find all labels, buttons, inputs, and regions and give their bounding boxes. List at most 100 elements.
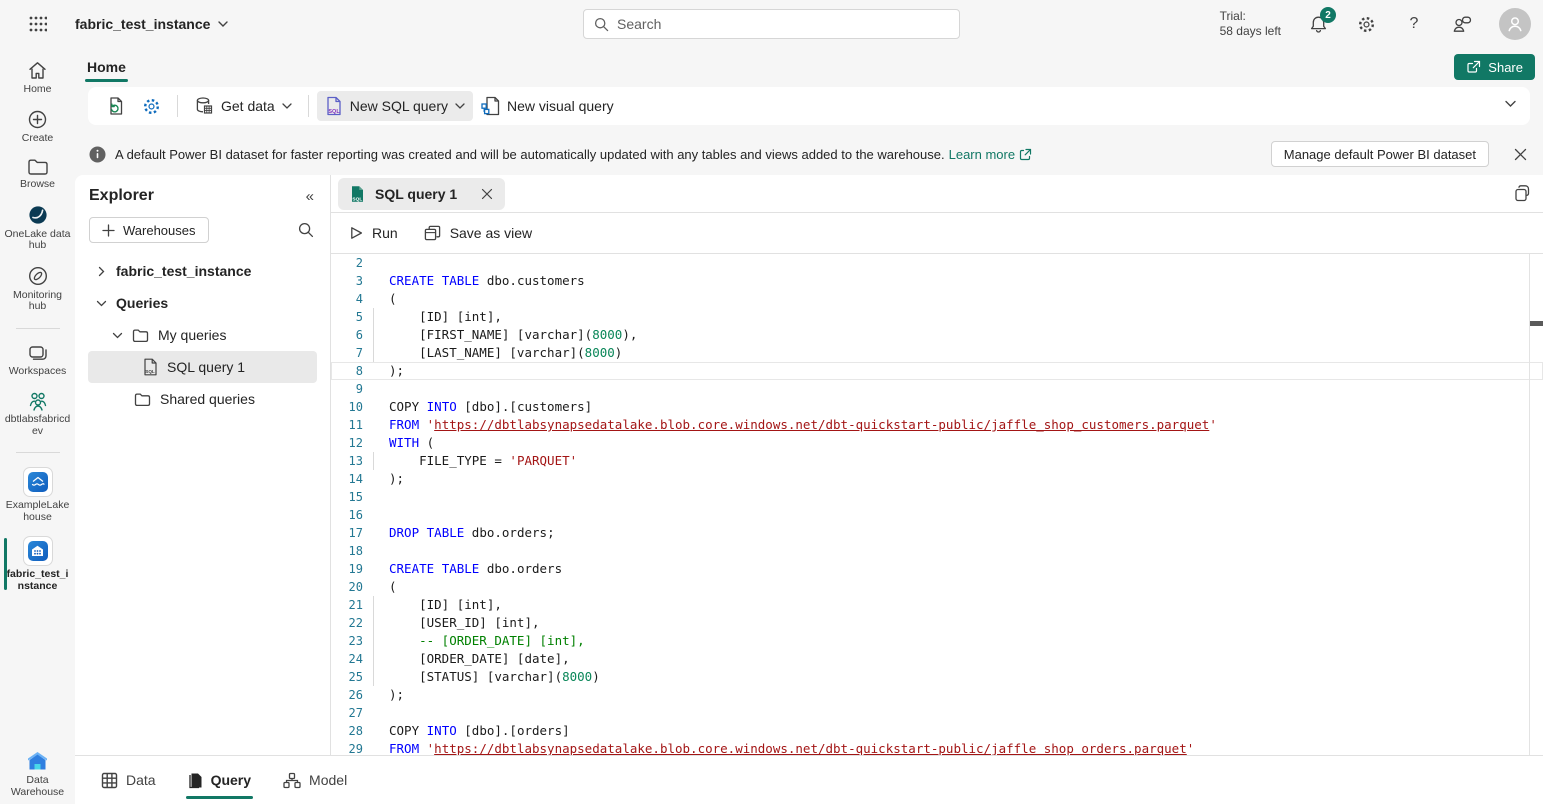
new-sql-query-button[interactable]: SQL New SQL query: [317, 91, 473, 121]
code-line[interactable]: 22 [USER_ID] [int],: [331, 614, 1543, 632]
line-text[interactable]: [FIRST_NAME] [varchar](8000),: [389, 327, 637, 342]
notifications-button[interactable]: 2: [1307, 13, 1329, 35]
save-as-view-button[interactable]: Save as view: [424, 225, 532, 241]
view-tab-model[interactable]: Model: [281, 756, 349, 804]
nav-home[interactable]: Home: [3, 60, 73, 96]
help-button[interactable]: ?: [1403, 13, 1425, 35]
line-text[interactable]: );: [389, 687, 404, 702]
refresh-report-button[interactable]: [98, 91, 134, 121]
code-line[interactable]: 26);: [331, 686, 1543, 704]
code-line[interactable]: 14);: [331, 470, 1543, 488]
query-tab-sql-query-1[interactable]: SQL SQL query 1: [338, 178, 505, 210]
code-line[interactable]: 12WITH (: [331, 434, 1543, 452]
line-text[interactable]: [ORDER_DATE] [date],: [389, 651, 570, 666]
code-line[interactable]: 20(: [331, 578, 1543, 596]
code-line[interactable]: 17DROP TABLE dbo.orders;: [331, 524, 1543, 542]
global-search[interactable]: [583, 9, 960, 39]
line-text[interactable]: CREATE TABLE dbo.customers: [389, 273, 585, 288]
tree-item-queries[interactable]: Queries: [88, 287, 317, 319]
code-line[interactable]: 18: [331, 542, 1543, 560]
code-line[interactable]: 15: [331, 488, 1543, 506]
code-line[interactable]: 4(: [331, 290, 1543, 308]
line-text[interactable]: [USER_ID] [int],: [389, 615, 540, 630]
line-text[interactable]: (: [389, 291, 397, 306]
svg-text:SQL: SQL: [145, 369, 155, 374]
code-line[interactable]: 10COPY INTO [dbo].[customers]: [331, 398, 1543, 416]
learn-more-link[interactable]: Learn more: [949, 147, 1032, 162]
nav-workspace-dbtlabsfabricdev[interactable]: dbtlabsfabricdev: [3, 390, 73, 437]
ribbon-tab-home[interactable]: Home: [83, 48, 130, 85]
nav-workspaces[interactable]: Workspaces: [3, 343, 73, 378]
editor-scrollbar-track[interactable]: [1529, 254, 1530, 755]
collapse-explorer-icon[interactable]: «: [306, 188, 314, 205]
feedback-button[interactable]: [1451, 13, 1473, 35]
nav-experience-data-warehouse[interactable]: Data Warehouse: [3, 750, 73, 798]
new-visual-query-button[interactable]: New visual query: [473, 91, 622, 121]
line-text[interactable]: [STATUS] [varchar](8000): [389, 669, 600, 684]
line-text[interactable]: FROM 'https://dbtlabsynapsedatalake.blob…: [389, 417, 1217, 432]
code-line[interactable]: 5 [ID] [int],: [331, 308, 1543, 326]
account-avatar[interactable]: [1499, 8, 1531, 40]
ribbon-collapse-button[interactable]: [1505, 100, 1516, 108]
line-text[interactable]: );: [389, 471, 404, 486]
search-input[interactable]: [617, 16, 949, 32]
line-text[interactable]: COPY INTO [dbo].[orders]: [389, 723, 570, 738]
line-text[interactable]: CREATE TABLE dbo.orders: [389, 561, 562, 576]
workspace-switcher[interactable]: fabric_test_instance: [75, 16, 228, 32]
get-data-button[interactable]: Get data: [186, 91, 300, 121]
code-line[interactable]: 27: [331, 704, 1543, 722]
run-button[interactable]: Run: [350, 225, 398, 241]
explorer-search-icon[interactable]: [298, 222, 314, 238]
code-line[interactable]: 7 [LAST_NAME] [varchar](8000): [331, 344, 1543, 362]
code-line[interactable]: 28COPY INTO [dbo].[orders]: [331, 722, 1543, 740]
share-button[interactable]: Share: [1454, 54, 1535, 80]
line-text[interactable]: [ID] [int],: [389, 597, 502, 612]
line-text[interactable]: (: [389, 579, 397, 594]
view-tab-query[interactable]: Query: [186, 756, 253, 804]
app-launcher-button[interactable]: [0, 15, 75, 33]
code-line[interactable]: 24 [ORDER_DATE] [date],: [331, 650, 1543, 668]
code-line[interactable]: 9: [331, 380, 1543, 398]
code-line[interactable]: 8);: [331, 362, 1543, 380]
tree-item-shared-queries[interactable]: Shared queries: [88, 383, 317, 415]
tree-item-label: fabric_test_instance: [116, 263, 251, 279]
banner-close-button[interactable]: [1514, 148, 1527, 161]
line-text[interactable]: [LAST_NAME] [varchar](8000): [389, 345, 622, 360]
nav-create[interactable]: Create: [3, 109, 73, 145]
sql-code-area[interactable]: 23CREATE TABLE dbo.customers4(5 [ID] [in…: [331, 254, 1543, 755]
code-line[interactable]: 2: [331, 254, 1543, 272]
tree-item-sql-query-1[interactable]: SQL SQL query 1: [88, 351, 317, 383]
code-line[interactable]: 6 [FIRST_NAME] [varchar](8000),: [331, 326, 1543, 344]
tree-item-fabric-test-instance[interactable]: fabric_test_instance: [88, 255, 317, 287]
code-line[interactable]: 3CREATE TABLE dbo.customers: [331, 272, 1543, 290]
add-warehouses-button[interactable]: Warehouses: [89, 217, 209, 243]
code-line[interactable]: 16: [331, 506, 1543, 524]
code-line[interactable]: 19CREATE TABLE dbo.orders: [331, 560, 1543, 578]
line-text[interactable]: -- [ORDER_DATE] [int],: [389, 633, 585, 648]
settings-button[interactable]: [1355, 13, 1377, 35]
code-line[interactable]: 11FROM 'https://dbtlabsynapsedatalake.bl…: [331, 416, 1543, 434]
line-text[interactable]: FILE_TYPE = 'PARQUET': [389, 453, 577, 468]
view-tab-data[interactable]: Data: [99, 756, 158, 804]
line-text[interactable]: );: [389, 363, 404, 378]
tree-item-my-queries[interactable]: My queries: [88, 319, 317, 351]
manage-default-dataset-button[interactable]: Manage default Power BI dataset: [1271, 141, 1489, 167]
nav-browse[interactable]: Browse: [3, 157, 73, 191]
line-text[interactable]: DROP TABLE dbo.orders;: [389, 525, 555, 540]
ribbon-settings-button[interactable]: [134, 92, 169, 121]
nav-onelake-data-hub[interactable]: OneLake data hub: [3, 204, 73, 252]
nav-monitoring-hub[interactable]: Monitoring hub: [3, 265, 73, 313]
nav-item-fabric-test-instance[interactable]: fabric_test_instance: [3, 536, 73, 592]
code-line[interactable]: 21 [ID] [int],: [331, 596, 1543, 614]
nav-item-examplelakehouse[interactable]: ExampleLakehouse: [3, 467, 73, 523]
line-text[interactable]: WITH (: [389, 435, 434, 450]
line-text[interactable]: COPY INTO [dbo].[customers]: [389, 399, 592, 414]
code-line[interactable]: 25 [STATUS] [varchar](8000): [331, 668, 1543, 686]
line-text[interactable]: [ID] [int],: [389, 309, 502, 324]
code-line[interactable]: 23 -- [ORDER_DATE] [int],: [331, 632, 1543, 650]
code-line[interactable]: 29FROM 'https://dbtlabsynapsedatalake.bl…: [331, 740, 1543, 755]
copy-button[interactable]: [1513, 184, 1530, 202]
close-query-tab-button[interactable]: [481, 188, 493, 200]
code-line[interactable]: 13 FILE_TYPE = 'PARQUET': [331, 452, 1543, 470]
line-text[interactable]: FROM 'https://dbtlabsynapsedatalake.blob…: [389, 741, 1194, 755]
